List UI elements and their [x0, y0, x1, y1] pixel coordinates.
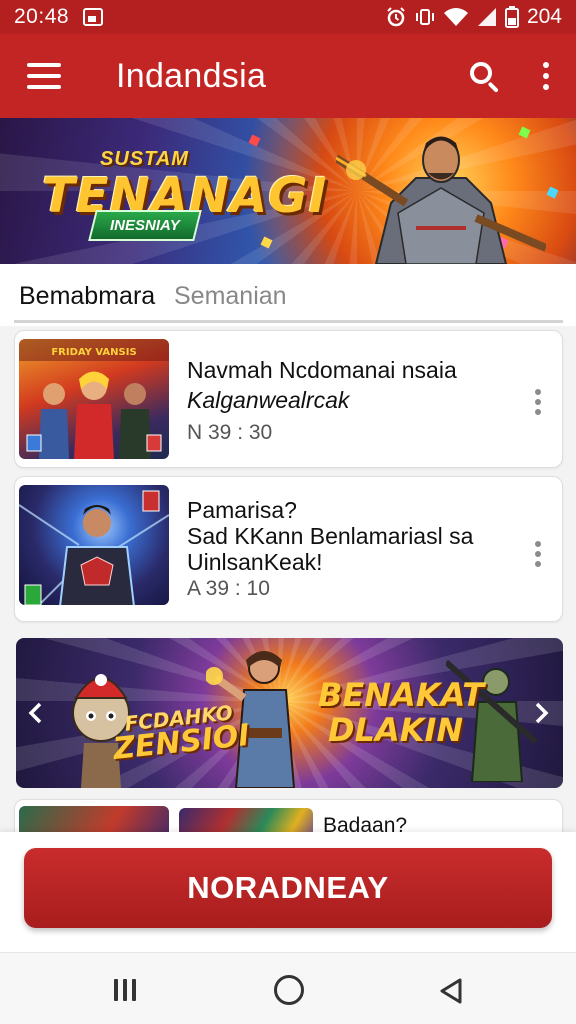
section-header: Bemabmara Semanian: [0, 264, 576, 326]
hamburger-line: [27, 85, 61, 89]
promo-carousel[interactable]: FCDAHKO ZENSIOI BENAKAT DLAKIN: [16, 638, 563, 788]
status-time: 20:48: [14, 5, 70, 28]
battery-level: 204: [526, 5, 562, 28]
more-vert-icon: [535, 541, 541, 547]
recents-bar: [123, 979, 127, 1001]
content-section: Bemabmara Semanian FRIDAY VANSIS Navmah …: [0, 264, 576, 859]
app-bar: Indandsia: [0, 34, 576, 118]
search-icon-handle: [487, 81, 499, 93]
card-more-button[interactable]: [532, 389, 544, 415]
section-title: Bemabmara: [19, 282, 156, 310]
hero-tag: INESNIAY: [88, 210, 202, 241]
heroes-group-illustration: FRIDAY VANSIS: [19, 339, 169, 459]
carousel-prev-button[interactable]: [20, 696, 50, 730]
warrior-illustration: [336, 136, 546, 264]
hero-tag-text: INESNIAY: [110, 217, 180, 234]
signal-icon: [477, 8, 496, 26]
card-title-line2: Kalganwealrcak: [187, 387, 350, 413]
more-dot: [535, 551, 541, 557]
thumb-text: FRIDAY VANSIS: [51, 347, 136, 358]
promo-right-text: BENAKAT DLAKIN: [318, 676, 485, 750]
card-title-line2: Sad KKann Benlamariasl sa: [187, 523, 474, 549]
more-dot: [535, 409, 541, 415]
image-notification-icon: [83, 8, 104, 26]
search-button[interactable]: [456, 34, 516, 118]
card-title-line3: UinlsanKeak!: [187, 549, 323, 575]
more-dot: [543, 84, 549, 90]
alarm-icon: [387, 7, 405, 27]
chevron-left-icon: [28, 702, 42, 724]
card-thumbnail: [19, 485, 169, 605]
menu-button[interactable]: [0, 34, 88, 118]
card-title-line1: Pamarisa?: [187, 497, 297, 523]
more-vert-icon: [535, 389, 541, 395]
card-title-line1: Navmah Ncdomanai nsaia: [187, 357, 457, 383]
recents-bar: [132, 979, 136, 1001]
bottom-action-bar: NORADNEAY: [0, 832, 576, 952]
search-icon: [470, 62, 492, 84]
back-icon: [440, 978, 462, 1004]
primary-action-button[interactable]: NORADNEAY: [24, 848, 552, 928]
hamburger-line: [27, 74, 61, 78]
section-subtitle: Semanian: [174, 282, 287, 310]
hero-banner[interactable]: SUSTAM TENANAGI INESNIAY: [0, 118, 576, 264]
battery-icon: [504, 6, 519, 28]
more-dot: [535, 561, 541, 567]
card-more-button[interactable]: [532, 541, 544, 567]
armored-hero-illustration: [19, 490, 169, 605]
section-divider: [14, 320, 563, 323]
status-bar: 20:48 204: [0, 0, 576, 34]
card-thumbnail: FRIDAY VANSIS: [19, 339, 169, 459]
home-button[interactable]: [274, 975, 304, 1005]
promo-right-line1: BENAKAT: [318, 676, 485, 714]
promo-right-line2: DLAKIN: [328, 711, 464, 750]
vibrate-icon: [415, 9, 434, 25]
list-item[interactable]: FRIDAY VANSIS Navmah Ncdomanai nsaia Kal…: [14, 330, 563, 468]
more-vert-icon: [543, 62, 549, 68]
recents-icon: [114, 979, 118, 1001]
system-navigation-bar: [0, 952, 576, 1024]
recents-button[interactable]: [114, 979, 138, 1001]
more-dot: [535, 399, 541, 405]
hamburger-icon: [27, 63, 61, 67]
carousel-next-button[interactable]: [527, 696, 557, 730]
chevron-right-icon: [535, 702, 549, 724]
page-title: Indandsia: [116, 56, 267, 95]
wifi-icon: [443, 8, 468, 26]
more-dot: [543, 73, 549, 79]
list-item[interactable]: Pamarisa? Sad KKann Benlamariasl sa Uinl…: [14, 476, 563, 622]
card-meta: N 39 : 30: [187, 421, 273, 444]
overflow-menu-button[interactable]: [516, 34, 576, 118]
card-meta: A 39 : 10: [187, 577, 270, 600]
back-button[interactable]: [438, 977, 464, 1005]
